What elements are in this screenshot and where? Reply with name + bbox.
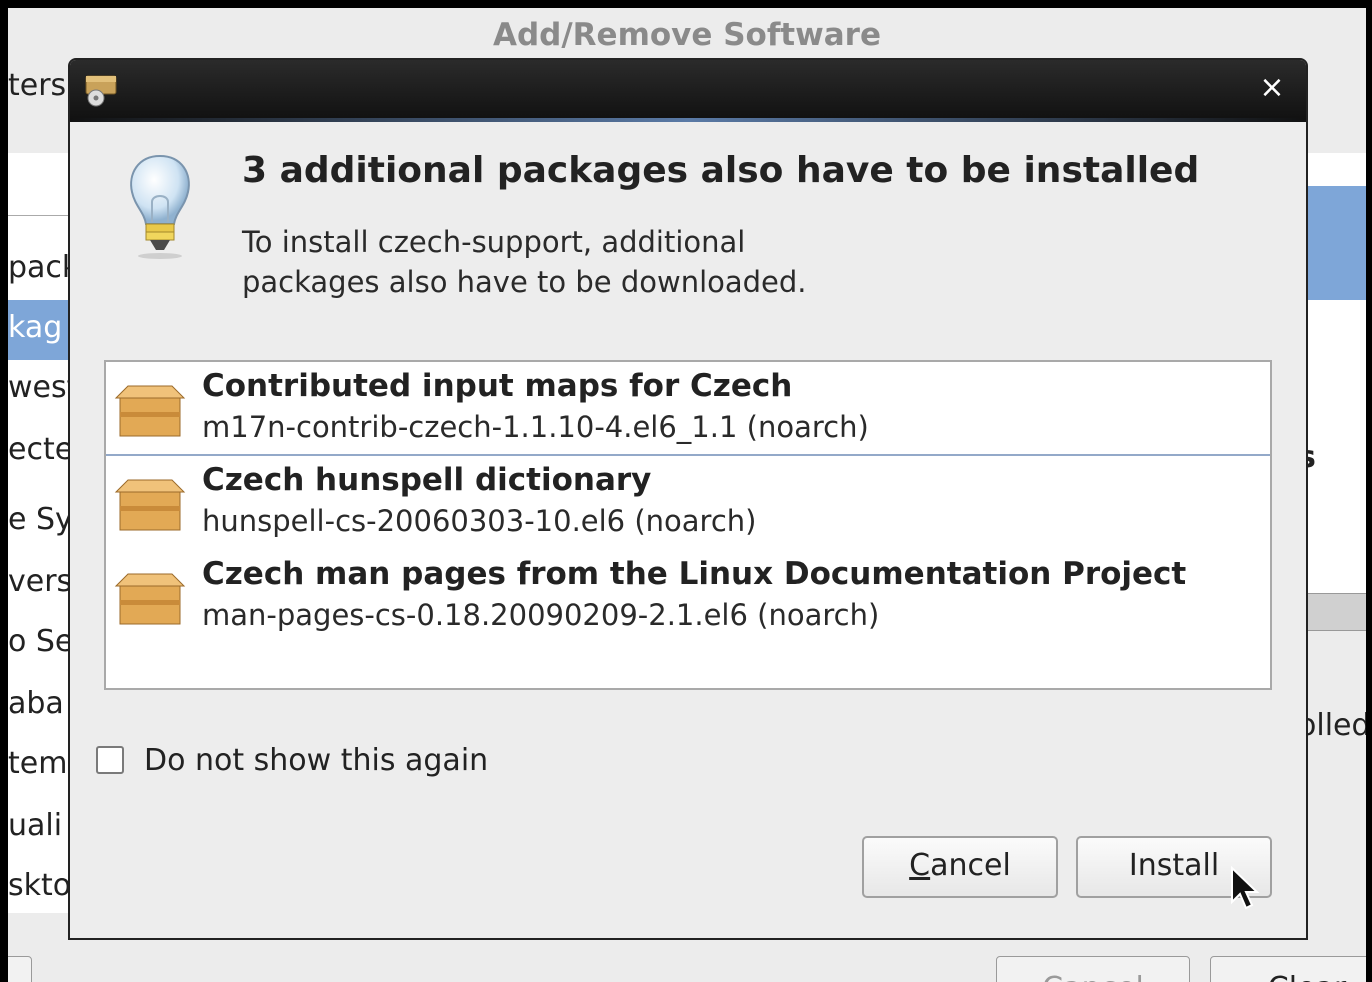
package-box-icon <box>114 385 186 437</box>
package-version: m17n-contrib-czech-1.1.10-4.el6_1.1 (noa… <box>202 410 869 444</box>
package-version: hunspell-cs-20060303-10.el6 (noarch) <box>202 504 757 538</box>
package-row[interactable]: Contributed input maps for Czech m17n-co… <box>106 362 1270 456</box>
background-tab-fragment[interactable]: ters <box>8 68 66 103</box>
background-cancel-button[interactable]: Cancel <box>996 956 1190 982</box>
dialog-headline: 3 additional packages also have to be in… <box>242 150 1200 191</box>
background-list-item[interactable]: uali <box>8 808 62 843</box>
mouse-pointer-icon <box>1231 866 1260 910</box>
package-name: Czech man pages from the Linux Documenta… <box>202 556 1187 592</box>
background-list-item[interactable]: vers <box>8 564 72 599</box>
do-not-show-again-label: Do not show this again <box>144 742 489 778</box>
package-name: Contributed input maps for Czech <box>202 368 793 404</box>
background-list-item[interactable]: skto <box>8 868 71 903</box>
install-dependencies-dialog: × 3 additional packages also have to be … <box>68 58 1308 940</box>
background-right-fragment: olled <box>1298 708 1366 743</box>
background-package-selected <box>1304 186 1366 300</box>
background-list-item[interactable]: o Se <box>8 624 73 659</box>
package-version: man-pages-cs-0.18.20090209-2.1.el6 (noar… <box>202 598 880 632</box>
package-name: Czech hunspell dictionary <box>202 462 652 498</box>
background-window-title: Add/Remove Software <box>492 17 881 53</box>
package-list: Contributed input maps for Czech m17n-co… <box>104 360 1272 690</box>
package-row[interactable]: Czech hunspell dictionary hunspell-cs-20… <box>106 456 1270 548</box>
dialog-message-line: To install czech-support, additional <box>242 225 746 259</box>
do-not-show-again-option[interactable]: Do not show this again <box>96 740 488 780</box>
lightbulb-icon <box>130 154 190 259</box>
background-scrollbar[interactable] <box>1304 593 1366 631</box>
background-list-item[interactable]: aba <box>8 686 64 721</box>
dialog-message: To install czech-support, additional pac… <box>242 222 862 302</box>
background-clear-button[interactable]: Clear <box>1210 956 1366 982</box>
package-manager-icon <box>85 75 117 107</box>
cancel-label-rest: ancel <box>930 848 1011 883</box>
background-left-button[interactable] <box>8 956 32 982</box>
package-box-icon <box>114 479 186 531</box>
background-list-item-selected[interactable]: kag <box>8 310 62 345</box>
background-list-item[interactable]: tem <box>8 746 67 781</box>
cancel-mnemonic: C <box>909 848 931 883</box>
background-list-item[interactable]: ecte <box>8 432 73 467</box>
package-box-icon <box>114 573 186 625</box>
dialog-titlebar[interactable]: × <box>70 60 1306 120</box>
cancel-button[interactable]: Cancel <box>862 836 1058 898</box>
close-icon[interactable]: × <box>1258 73 1286 103</box>
titlebar-divider <box>70 118 1306 122</box>
dialog-message-line: packages also have to be downloaded. <box>242 265 807 299</box>
background-list-item[interactable]: e Sy <box>8 502 73 537</box>
do-not-show-again-checkbox[interactable] <box>96 746 124 774</box>
package-row[interactable]: Czech man pages from the Linux Documenta… <box>106 550 1270 642</box>
